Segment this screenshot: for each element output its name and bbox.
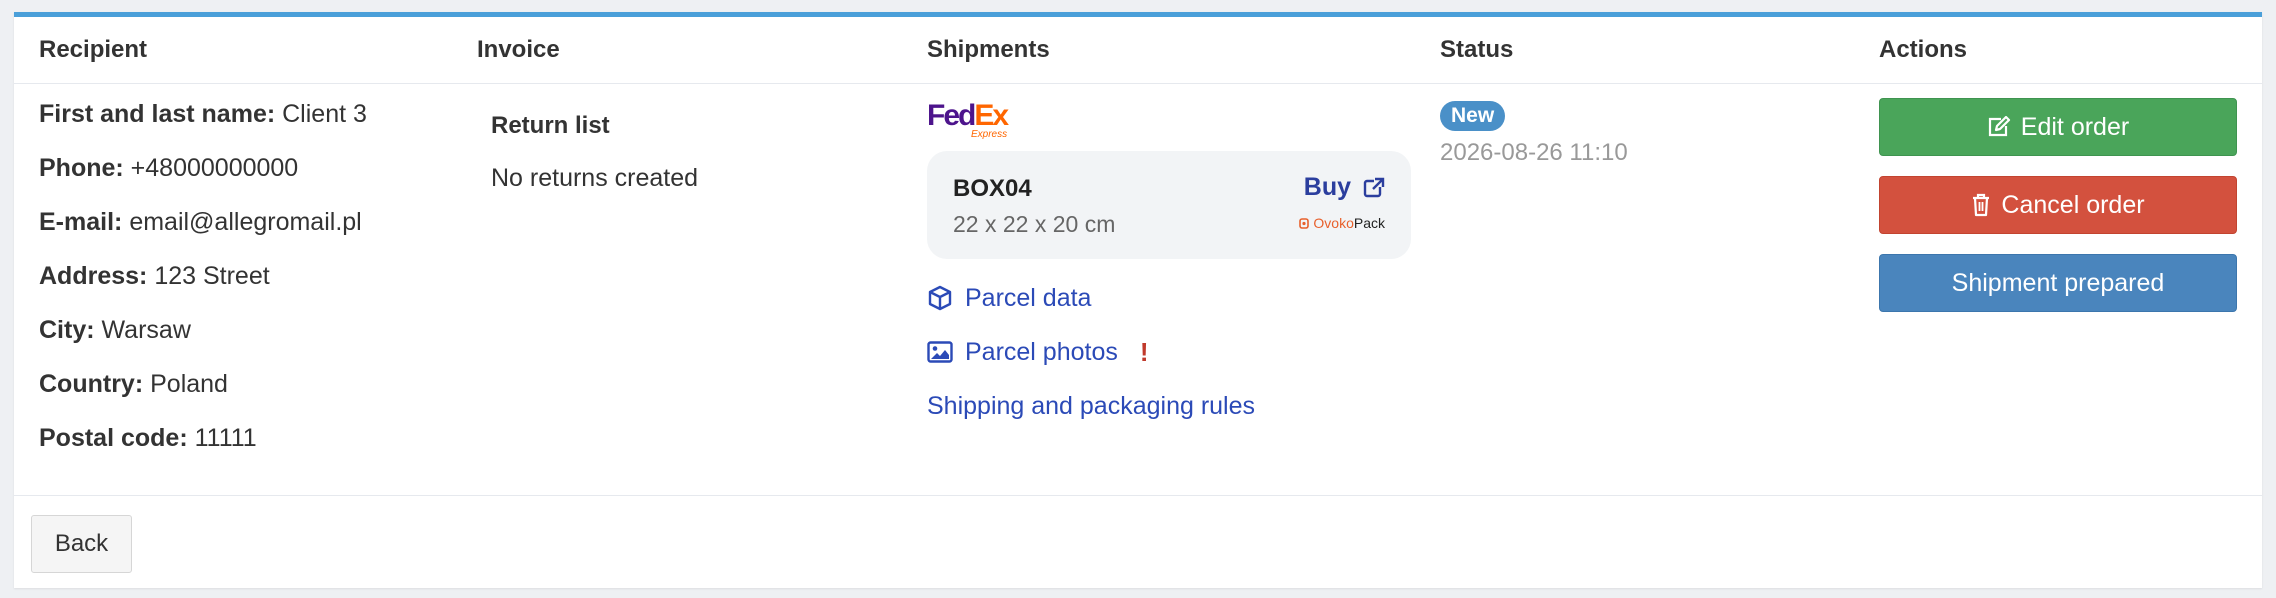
shipment-prepared-button[interactable]: Shipment prepared bbox=[1879, 254, 2237, 312]
header-actions: Actions bbox=[1879, 36, 1968, 63]
parcel-data-label: Parcel data bbox=[965, 283, 1092, 312]
header-status: Status bbox=[1440, 36, 1514, 63]
back-button[interactable]: Back bbox=[31, 515, 132, 573]
actions-section: Edit order Cancel order Shipment prepare… bbox=[1879, 98, 2237, 332]
header-shipments: Shipments bbox=[927, 36, 1050, 63]
shipments-section: FedEx Express BOX04 22 x 22 x 20 cm Buy … bbox=[927, 99, 1413, 433]
box-name: BOX04 bbox=[953, 175, 1032, 202]
parcel-photos-link[interactable]: Parcel photos ! bbox=[927, 325, 1413, 379]
status-badge: New bbox=[1440, 101, 1506, 131]
recipient-city: City: Warsaw bbox=[39, 316, 191, 344]
photos-alert-icon: ! bbox=[1139, 336, 1149, 367]
recipient-details: First and last name: Client 3 Phone: +48… bbox=[39, 100, 459, 478]
no-returns-text: No returns created bbox=[491, 164, 699, 192]
ovoko-icon bbox=[1299, 218, 1310, 229]
status-section: New 2026-08-26 11:10 bbox=[1440, 101, 1628, 167]
external-link-icon bbox=[1363, 176, 1385, 197]
header-recipient: Recipient bbox=[39, 36, 148, 63]
recipient-country: Country: Poland bbox=[39, 370, 228, 398]
cancel-order-label: Cancel order bbox=[2001, 190, 2145, 219]
recipient-email: E-mail: email@allegromail.pl bbox=[39, 208, 362, 236]
buy-label: Buy bbox=[1303, 173, 1351, 201]
box-icon bbox=[928, 285, 952, 311]
shipping-rules-label: Shipping and packaging rules bbox=[927, 391, 1256, 420]
return-list-title: Return list bbox=[491, 112, 610, 139]
image-icon bbox=[927, 341, 953, 363]
fedex-logo: FedEx Express bbox=[927, 99, 1009, 140]
recipient-postal-code: Postal code: 11111 bbox=[39, 424, 257, 452]
recipient-name: First and last name: Client 3 bbox=[39, 100, 367, 128]
recipient-address: Address: 123 Street bbox=[39, 262, 270, 290]
header-invoice: Invoice bbox=[477, 36, 560, 63]
parcel-data-link[interactable]: Parcel data bbox=[927, 271, 1413, 325]
edit-icon bbox=[1988, 116, 2010, 137]
buy-link[interactable]: Buy bbox=[1304, 173, 1385, 202]
ovoko-pack-logo: OvokoPack bbox=[1299, 215, 1385, 231]
footer-divider bbox=[14, 495, 2262, 496]
box-dimensions: 22 x 22 x 20 cm bbox=[953, 211, 1116, 237]
recipient-phone: Phone: +48000000000 bbox=[39, 154, 299, 182]
parcel-photos-label: Parcel photos bbox=[965, 337, 1118, 366]
edit-order-button[interactable]: Edit order bbox=[1879, 98, 2237, 156]
edit-order-label: Edit order bbox=[2020, 112, 2130, 141]
trash-icon bbox=[1973, 193, 1990, 217]
invoice-section: Return list No returns created bbox=[491, 112, 698, 193]
table-header: Recipient Invoice Shipments Status Actio… bbox=[14, 17, 2262, 84]
status-date: 2026-08-26 11:10 bbox=[1440, 139, 1628, 166]
box-card: BOX04 22 x 22 x 20 cm Buy OvokoPack bbox=[927, 151, 1411, 259]
shipment-prepared-label: Shipment prepared bbox=[1951, 268, 2165, 297]
cancel-order-button[interactable]: Cancel order bbox=[1879, 176, 2237, 234]
shipping-rules-link[interactable]: Shipping and packaging rules bbox=[927, 379, 1413, 433]
order-panel: Recipient Invoice Shipments Status Actio… bbox=[14, 12, 2262, 588]
